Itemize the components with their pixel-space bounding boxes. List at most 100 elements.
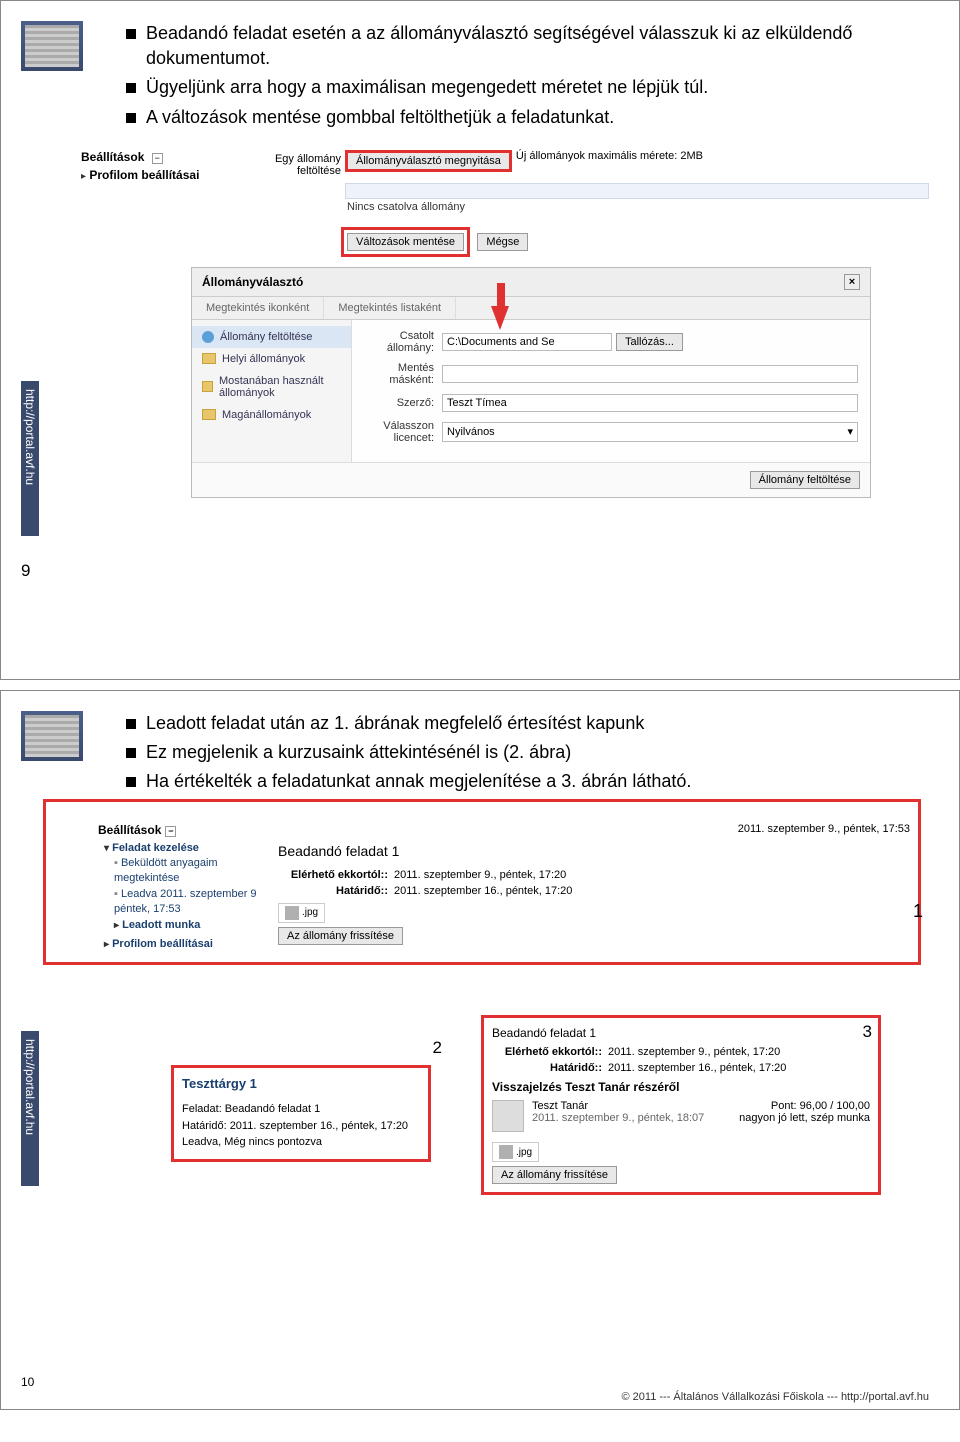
feedback-comment: nagyon jó lett, szép munka: [739, 1112, 870, 1124]
bullet-text: Ez megjelenik a kurzusaink áttekintéséné…: [146, 740, 571, 765]
slide-number: 10: [21, 1375, 34, 1389]
saveas-input[interactable]: [442, 365, 858, 383]
chevron-down-icon: [104, 843, 109, 854]
due-value: 2011. szeptember 16., péntek, 17:20: [608, 1062, 786, 1074]
file-icon: [285, 906, 299, 920]
file-attachment[interactable]: .jpg: [492, 1142, 539, 1162]
sidebar-item-label: Magánállományok: [222, 409, 311, 421]
refresh-file-button[interactable]: Az állomány frissítése: [278, 927, 403, 945]
slide-footer: © 2011 --- Általános Vállalkozási Főisko…: [622, 1391, 929, 1403]
figure-1-tag: 1: [913, 901, 923, 922]
cancel-button[interactable]: Mégse: [477, 233, 528, 251]
sidebar-item-private[interactable]: Magánállományok: [192, 404, 351, 426]
collapse-toggle[interactable]: −: [152, 153, 163, 164]
task-line: Feladat: Beadandó feladat 1: [182, 1101, 420, 1118]
profile-settings-link[interactable]: Profilom beállításai: [112, 938, 213, 950]
bullet-text: Ügyeljünk arra hogy a maximálisan megeng…: [146, 75, 708, 100]
chevron-down-icon: ▾: [847, 425, 853, 438]
figure-1-panel: Beállítások− Feladat kezelése ▪ Beküldöt…: [43, 799, 921, 966]
figure-2-tag: 2: [433, 1038, 442, 1058]
upload-file-button[interactable]: Állomány feltöltése: [750, 471, 860, 489]
figure-2-panel: 2 Teszttárgy 1 Feladat: Beadandó feladat…: [171, 1065, 431, 1162]
sidebar-item-local[interactable]: Helyi állományok: [192, 348, 351, 370]
sidebar-item-recent[interactable]: Mostanában használt állományok: [192, 370, 351, 404]
collapse-toggle[interactable]: −: [165, 826, 176, 837]
figure-3-tag: 3: [863, 1022, 872, 1042]
no-attachment-text: Nincs csatolva állomány: [347, 201, 929, 213]
submission-timestamp: 2011. szeptember 9., péntek, 17:53: [278, 823, 916, 835]
bullet-icon: [126, 29, 136, 39]
licence-select[interactable]: Nyilvános ▾: [442, 422, 858, 442]
slide-logo-icon: [21, 711, 83, 761]
chevron-right-icon: [114, 920, 119, 931]
max-size-label: Új állományok maximális mérete: 2MB: [516, 150, 703, 162]
sidebar-item-label: Mostanában használt állományok: [219, 375, 341, 399]
score-value: Pont: 96,00 / 100,00: [739, 1100, 870, 1112]
feedback-time: 2011. szeptember 9., péntek, 18:07: [532, 1112, 731, 1124]
assignment-title: Beadandó feladat 1: [492, 1026, 870, 1040]
bullet-text: A változások mentése gombbal feltölthetj…: [146, 105, 614, 130]
available-from-value: 2011. szeptember 9., péntek, 17:20: [608, 1046, 780, 1058]
licence-label: Válasszon licencet:: [364, 420, 434, 444]
avatar-icon: [492, 1100, 524, 1132]
slide-logo-icon: [21, 21, 83, 71]
file-attachment[interactable]: .jpg: [278, 903, 325, 923]
bullet-icon: [126, 113, 136, 123]
slide-10: Leadott feladat után az 1. ábrának megfe…: [0, 690, 960, 1410]
save-changes-button[interactable]: Változások mentése: [347, 233, 464, 251]
open-file-chooser-button[interactable]: Állományválasztó megnyitása: [345, 150, 512, 172]
dialog-sidebar: Állomány feltöltése Helyi állományok Mos…: [192, 320, 352, 462]
attach-label: Csatolt állomány:: [364, 330, 434, 354]
teacher-name: Teszt Tanár: [532, 1100, 731, 1112]
close-icon[interactable]: ×: [844, 274, 860, 290]
slide9-bullets: Beadandó feladat esetén a az állományvál…: [126, 21, 929, 130]
sidebar-item-upload[interactable]: Állomány feltöltése: [192, 326, 351, 348]
author-input[interactable]: [442, 394, 858, 412]
settings-heading: Beállítások: [81, 150, 144, 164]
globe-icon: [202, 331, 214, 343]
course-link[interactable]: Teszttárgy 1: [182, 1076, 420, 1091]
licence-value: Nyilvános: [447, 426, 495, 438]
file-ext: .jpg: [516, 1147, 532, 1158]
status-line: Leadva, Még nincs pontozva: [182, 1134, 420, 1151]
folder-icon: [202, 409, 216, 420]
upload-label: Egy állomány feltöltése: [241, 150, 341, 177]
submitted-work-link[interactable]: Leadott munka: [122, 919, 200, 931]
saveas-label: Mentés másként:: [364, 362, 434, 386]
bullet-text: Beadandó feladat esetén a az állományvál…: [146, 21, 929, 71]
slide-number: 9: [21, 561, 30, 581]
slide10-bullets: Leadott feladat után az 1. ábrának megfe…: [126, 711, 929, 795]
sidebar-item-label: Helyi állományok: [222, 353, 305, 365]
chevron-right-icon: [104, 939, 109, 950]
available-from-label: Elérhető ekkortól::: [492, 1046, 602, 1058]
settings-heading: Beállítások: [98, 823, 161, 837]
sent-materials-link[interactable]: Beküldött anyagaim megtekintése: [114, 857, 218, 884]
profile-settings-link[interactable]: Profilom beállításai: [89, 168, 199, 182]
file-chooser-dialog: Állományválasztó × Megtekintés ikonként …: [191, 267, 871, 498]
refresh-file-button[interactable]: Az állomány frissítése: [492, 1166, 617, 1184]
file-icon: [499, 1145, 513, 1159]
available-from-value: 2011. szeptember 9., péntek, 17:20: [394, 869, 566, 881]
due-label: Határidő::: [278, 885, 388, 897]
author-label: Szerző:: [364, 397, 434, 409]
bullet-icon: [126, 777, 136, 787]
attach-input[interactable]: [442, 333, 612, 351]
tab-list-view[interactable]: Megtekintés listaként: [324, 297, 456, 319]
file-ext: .jpg: [302, 907, 318, 918]
submitted-time: Leadva 2011. szeptember 9 péntek, 17:53: [114, 888, 257, 915]
folder-icon: [202, 381, 213, 392]
bullet-icon: [126, 83, 136, 93]
tab-icon-view[interactable]: Megtekintés ikonként: [192, 297, 324, 319]
browse-button[interactable]: Tallózás...: [616, 333, 683, 351]
task-manage-link[interactable]: Feladat kezelése: [112, 842, 199, 854]
settings-area: Beállítások − Profilom beállításai Egy á…: [81, 150, 929, 257]
url-sidebar-tab: http://portal.avf.hu: [21, 1031, 39, 1186]
url-sidebar-tab: http://portal.avf.hu: [21, 381, 39, 536]
bullet-text: Ha értékelték a feladatunkat annak megje…: [146, 769, 691, 794]
assignment-title: Beadandó feladat 1: [278, 843, 916, 859]
figure-3-panel: 3 Beadandó feladat 1 Elérhető ekkortól::…: [481, 1015, 881, 1195]
bullet-icon: [126, 748, 136, 758]
folder-icon: [202, 353, 216, 364]
chevron-right-icon: [81, 171, 86, 182]
feedback-heading: Visszajelzés Teszt Tanár részéről: [492, 1080, 870, 1094]
